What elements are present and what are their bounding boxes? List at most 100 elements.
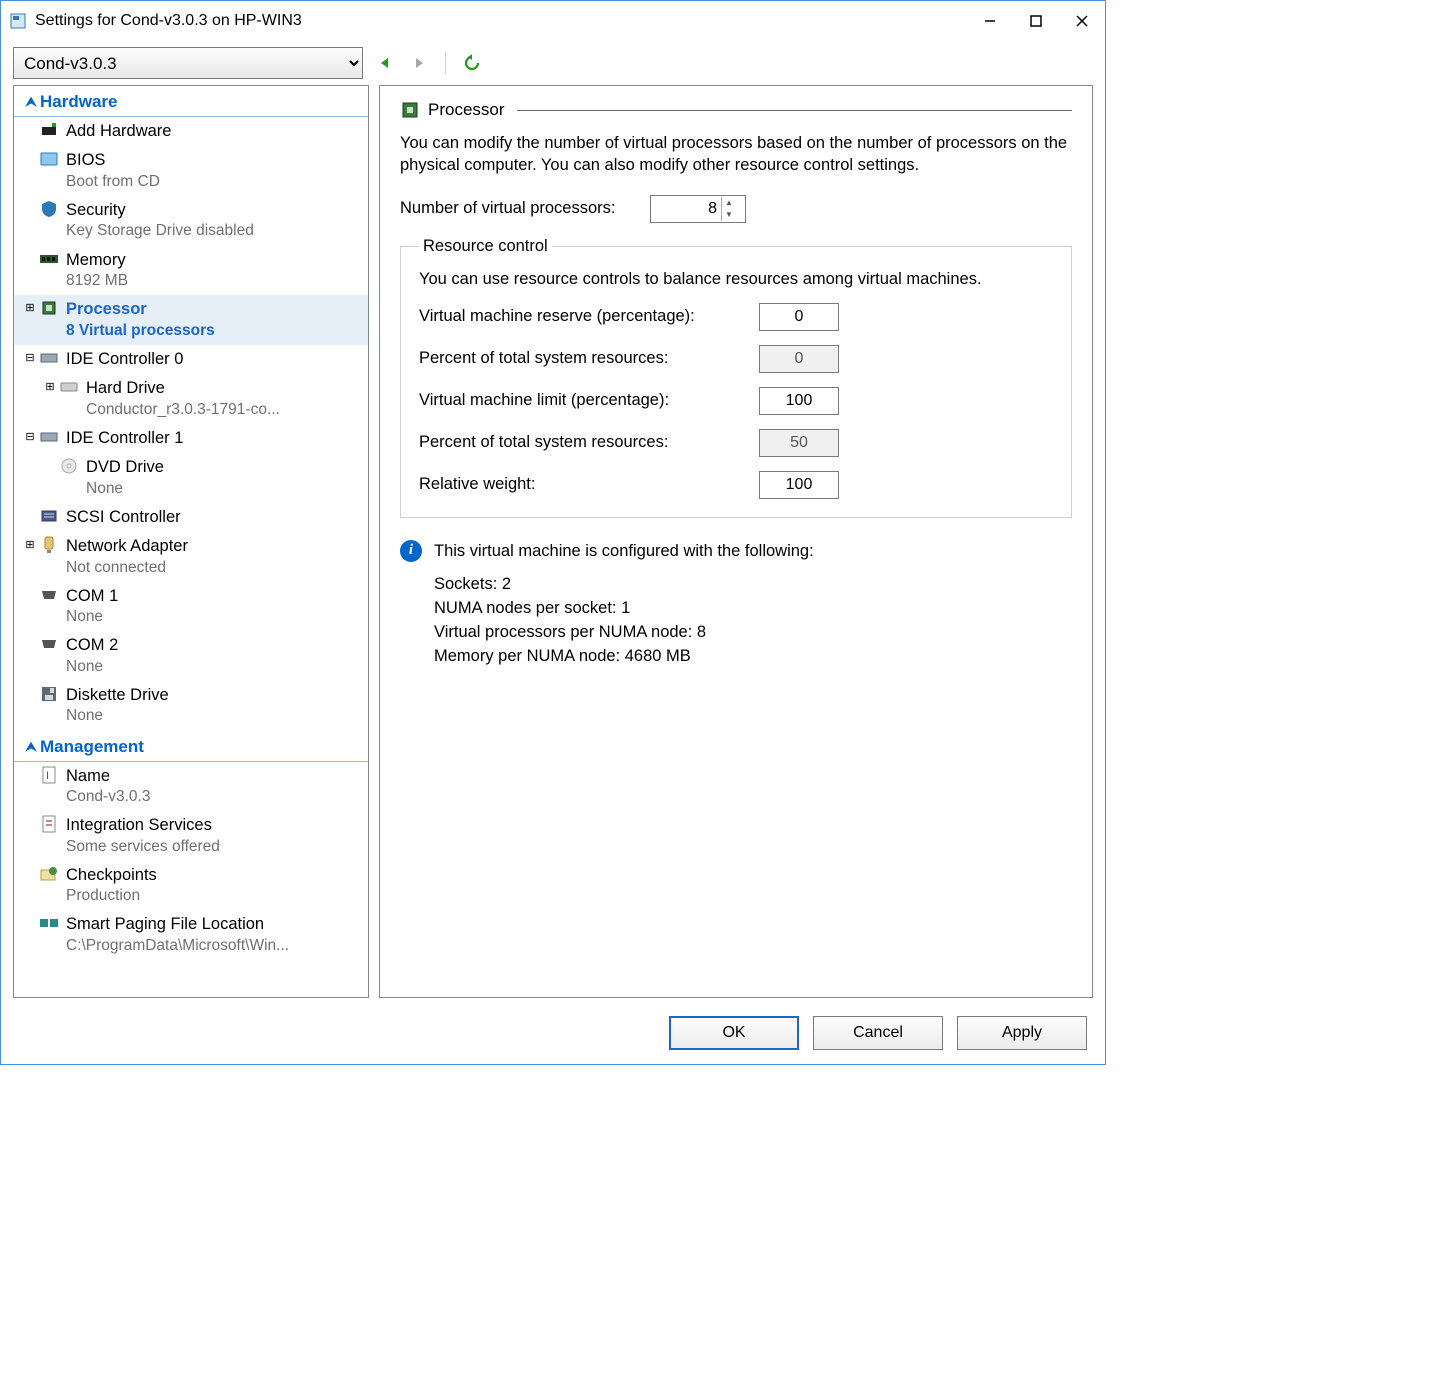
- resource-control-legend: Resource control: [419, 237, 552, 256]
- apply-button[interactable]: Apply: [957, 1016, 1087, 1050]
- cancel-button[interactable]: Cancel: [813, 1016, 943, 1050]
- config-info-intro: This virtual machine is configured with …: [434, 540, 814, 564]
- management-heading[interactable]: ⮝ Management: [14, 733, 368, 762]
- paging-icon: [38, 912, 60, 934]
- app-icon: [9, 12, 27, 30]
- checkpoints-icon: [38, 863, 60, 885]
- toolbar-separator: [445, 52, 446, 74]
- reserve-total-label: Percent of total system resources:: [419, 349, 759, 368]
- collapse-icon[interactable]: ⊟: [22, 347, 38, 369]
- expand-icon[interactable]: ⊞: [22, 534, 38, 556]
- limit-total-readout: [759, 429, 839, 457]
- nav-checkpoints[interactable]: CheckpointsProduction: [14, 861, 368, 911]
- nav-hard-drive[interactable]: ⊞ Hard DriveConductor_r3.0.3-1791-co...: [14, 374, 368, 424]
- window-title: Settings for Cond-v3.0.3 on HP-WIN3: [35, 12, 967, 30]
- nav-add-hardware[interactable]: Add Hardware: [14, 117, 368, 146]
- content-title: Processor: [428, 100, 505, 120]
- integration-icon: [38, 813, 60, 835]
- info-icon: i: [400, 540, 422, 562]
- vproc-spinner[interactable]: ▲▼: [721, 197, 736, 221]
- nav-ide-controller-1[interactable]: ⊟ IDE Controller 1: [14, 424, 368, 453]
- collapse-icon: ⮝: [22, 94, 40, 110]
- info-vproc-per-numa: Virtual processors per NUMA node: 8: [434, 621, 1072, 645]
- management-heading-label: Management: [40, 737, 144, 757]
- limit-input[interactable]: [759, 387, 839, 415]
- nav-processor[interactable]: ⊞ Processor8 Virtual processors: [14, 295, 368, 345]
- reserve-label: Virtual machine reserve (percentage):: [419, 307, 759, 326]
- config-info-details: Sockets: 2 NUMA nodes per socket: 1 Virt…: [434, 573, 1072, 669]
- nav-smart-paging[interactable]: Smart Paging File LocationC:\ProgramData…: [14, 910, 368, 960]
- toolbar: Cond-v3.0.3: [1, 41, 1105, 85]
- svg-text:I: I: [46, 770, 49, 782]
- weight-label: Relative weight:: [419, 475, 759, 494]
- dialog-body: ⮝ Hardware Add Hardware BIOSBoot from CD: [1, 85, 1105, 1006]
- expand-icon[interactable]: ⊞: [42, 376, 58, 398]
- settings-nav: ⮝ Hardware Add Hardware BIOSBoot from CD: [13, 85, 369, 998]
- maximize-button[interactable]: [1013, 1, 1059, 41]
- resource-control-group: Resource control You can use resource co…: [400, 237, 1072, 518]
- hardware-heading[interactable]: ⮝ Hardware: [14, 88, 368, 117]
- nav-dvd-drive[interactable]: DVD DriveNone: [14, 453, 368, 503]
- nav-name[interactable]: I NameCond-v3.0.3: [14, 762, 368, 812]
- ok-button[interactable]: OK: [669, 1016, 799, 1050]
- resource-control-intro: You can use resource controls to balance…: [419, 270, 1053, 289]
- refresh-button[interactable]: [460, 51, 484, 75]
- network-icon: [38, 534, 60, 556]
- memory-icon: [38, 248, 60, 270]
- vproc-input[interactable]: [651, 200, 721, 218]
- processor-description: You can modify the number of virtual pro…: [400, 132, 1072, 177]
- hard-drive-icon: [58, 376, 80, 398]
- name-icon: I: [38, 764, 60, 786]
- processor-icon: [400, 100, 420, 120]
- nav-back-button[interactable]: [373, 51, 397, 75]
- minimize-button[interactable]: [967, 1, 1013, 41]
- content-panel: Processor You can modify the number of v…: [379, 85, 1093, 998]
- content-heading: Processor: [400, 100, 1072, 120]
- nav-integration-services[interactable]: Integration ServicesSome services offere…: [14, 811, 368, 861]
- serial-port-icon: [38, 633, 60, 655]
- nav-scsi-controller[interactable]: SCSI Controller: [14, 503, 368, 532]
- vm-selector-dropdown[interactable]: Cond-v3.0.3: [13, 47, 363, 79]
- config-info: i This virtual machine is configured wit…: [400, 540, 1072, 564]
- scsi-icon: [38, 505, 60, 527]
- nav-bios[interactable]: BIOSBoot from CD: [14, 146, 368, 196]
- collapse-icon: ⮝: [22, 739, 40, 755]
- settings-window: Settings for Cond-v3.0.3 on HP-WIN3 Cond…: [0, 0, 1106, 1065]
- collapse-icon[interactable]: ⊟: [22, 426, 38, 448]
- limit-label: Virtual machine limit (percentage):: [419, 391, 759, 410]
- vproc-label: Number of virtual processors:: [400, 199, 650, 218]
- nav-com1[interactable]: COM 1None: [14, 582, 368, 632]
- reserve-total-readout: [759, 345, 839, 373]
- vproc-row: Number of virtual processors: ▲▼: [400, 195, 1072, 223]
- shield-icon: [38, 198, 60, 220]
- add-hardware-icon: [38, 119, 60, 141]
- disc-icon: [58, 455, 80, 477]
- info-mem-per-numa: Memory per NUMA node: 4680 MB: [434, 645, 1072, 669]
- nav-scroll[interactable]: ⮝ Hardware Add Hardware BIOSBoot from CD: [14, 86, 368, 997]
- nav-network-adapter[interactable]: ⊞ Network AdapterNot connected: [14, 532, 368, 582]
- controller-icon: [38, 347, 60, 369]
- weight-input[interactable]: [759, 471, 839, 499]
- nav-memory[interactable]: Memory8192 MB: [14, 246, 368, 296]
- processor-icon: [38, 297, 60, 319]
- dialog-footer: OK Cancel Apply: [1, 1006, 1105, 1064]
- floppy-icon: [38, 683, 60, 705]
- nav-forward-button[interactable]: [407, 51, 431, 75]
- serial-port-icon: [38, 584, 60, 606]
- bios-icon: [38, 148, 60, 170]
- info-numa-per-socket: NUMA nodes per socket: 1: [434, 597, 1072, 621]
- controller-icon: [38, 426, 60, 448]
- expand-icon[interactable]: ⊞: [22, 297, 38, 319]
- nav-com2[interactable]: COM 2None: [14, 631, 368, 681]
- vproc-input-wrap: ▲▼: [650, 195, 746, 223]
- close-button[interactable]: [1059, 1, 1105, 41]
- nav-diskette-drive[interactable]: Diskette DriveNone: [14, 681, 368, 731]
- limit-total-label: Percent of total system resources:: [419, 433, 759, 452]
- reserve-input[interactable]: [759, 303, 839, 331]
- nav-security[interactable]: SecurityKey Storage Drive disabled: [14, 196, 368, 246]
- hardware-heading-label: Hardware: [40, 92, 117, 112]
- info-sockets: Sockets: 2: [434, 573, 1072, 597]
- nav-ide-controller-0[interactable]: ⊟ IDE Controller 0: [14, 345, 368, 374]
- heading-rule: [517, 110, 1072, 111]
- titlebar: Settings for Cond-v3.0.3 on HP-WIN3: [1, 1, 1105, 41]
